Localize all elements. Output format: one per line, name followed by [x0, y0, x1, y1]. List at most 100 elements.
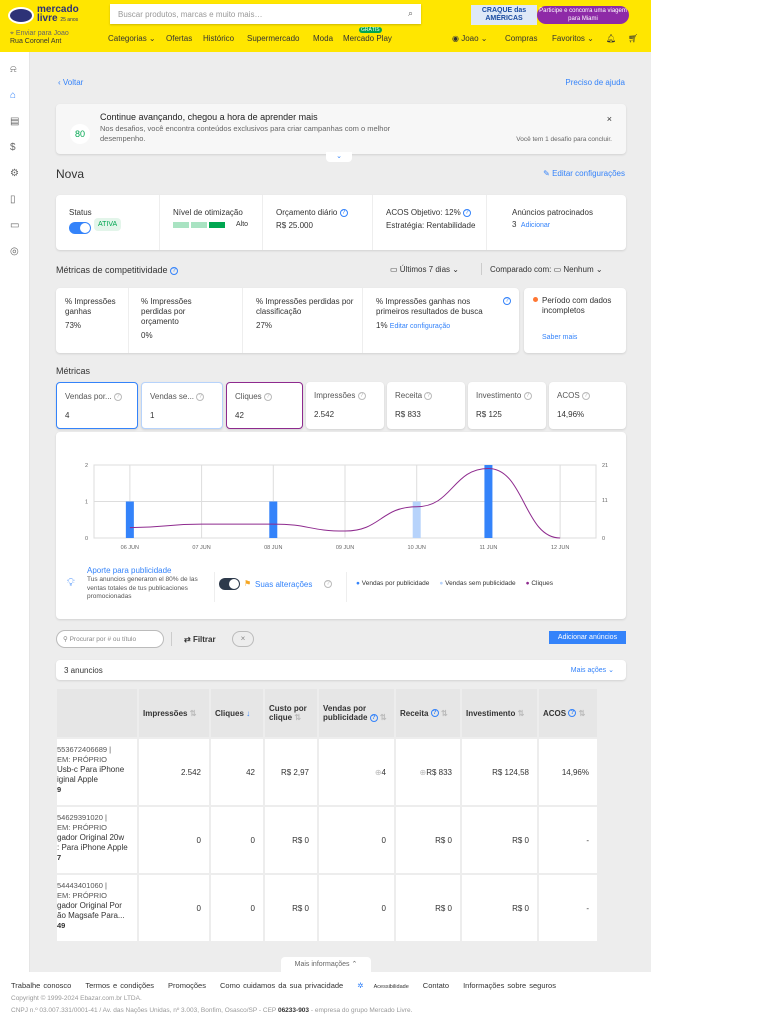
- product-cell[interactable]: 553672406689 | EM: PRÓPRIO Usb-c Para iPho…: [57, 739, 137, 805]
- user-menu[interactable]: ◉ Joao ⌄: [452, 34, 488, 43]
- metric-tab-3[interactable]: Impressões ? 2.542: [306, 382, 384, 429]
- nav-moda[interactable]: Moda: [313, 34, 333, 43]
- metric-tab-label: ACOS: [557, 391, 580, 400]
- period-select[interactable]: ▭ Últimos 7 dias ⌄: [390, 265, 459, 274]
- help-icon[interactable]: ◎: [10, 246, 19, 257]
- legend-item[interactable]: ● Vendas sem publicidade: [439, 580, 515, 587]
- table-cell: 0: [319, 807, 394, 873]
- footer-link[interactable]: Como cuidamos da sua privacidade: [220, 981, 350, 990]
- store-icon[interactable]: ▤: [10, 116, 19, 127]
- metric-tab-2[interactable]: Cliques ? 42: [226, 382, 303, 429]
- logo[interactable]: mercado livre 25 anos: [8, 5, 79, 25]
- metric-tab-5[interactable]: Investimento ? R$ 125: [468, 382, 546, 429]
- money-icon[interactable]: $: [10, 142, 16, 153]
- insight-title[interactable]: Aporte para publicidade: [87, 566, 172, 575]
- help-icon[interactable]: ?: [339, 208, 348, 217]
- add-ads-button[interactable]: Adicionar anúncios: [549, 631, 626, 644]
- help-icon[interactable]: ?: [357, 391, 366, 400]
- bell-icon[interactable]: 🔔︎: [606, 34, 616, 43]
- help-icon[interactable]: ?: [503, 297, 511, 305]
- learn-more-link[interactable]: Saber mais: [542, 334, 577, 341]
- gear-icon[interactable]: ⚙: [10, 168, 19, 179]
- chart: 06 JUN 07 JUN 08 JUN 09 JUN 10 JUN 11 JUN 12 J…: [85, 463, 608, 551]
- back-link[interactable]: ‹ Voltar: [58, 78, 83, 87]
- metric-tab-6[interactable]: ACOS ? 14,96%: [549, 382, 626, 429]
- tag-icon[interactable]: ⌂: [10, 90, 16, 101]
- help-link[interactable]: Preciso de ajuda: [565, 78, 625, 87]
- legend-item[interactable]: ● Cliques: [526, 580, 553, 587]
- footer-link[interactable]: Promoções: [168, 981, 213, 990]
- help-icon[interactable]: ?: [581, 391, 590, 400]
- ship-line1: Enviar para Joao: [15, 30, 69, 37]
- edit-settings-link[interactable]: ✎ Editar configurações: [543, 169, 625, 178]
- metric-tab-0[interactable]: Vendas por... ? 4: [56, 382, 138, 429]
- nav-mercado-play[interactable]: Mercado Play: [343, 34, 392, 43]
- chevron-down-icon[interactable]: ⌄: [326, 152, 352, 162]
- table-row[interactable]: 54629391020 | EM: PRÓPRIO gador Original 2…: [57, 807, 597, 873]
- nav-categorias[interactable]: Categorias ⌄: [108, 34, 156, 43]
- changes-toggle[interactable]: [219, 578, 240, 590]
- nav-ofertas[interactable]: Ofertas: [166, 34, 192, 43]
- filter-button[interactable]: ⇄ Filtrar: [184, 635, 216, 644]
- nav-favoritos[interactable]: Favoritos ⌄: [552, 34, 594, 43]
- status-toggle[interactable]: [69, 222, 91, 234]
- ads-label: Anúncios patrocinados: [512, 208, 593, 217]
- column-header[interactable]: Custo por clique ⇅: [265, 689, 317, 737]
- ship-line2: Rua Coronel Ant: [10, 38, 62, 45]
- column-header[interactable]: Receita ? ⇅: [396, 689, 460, 737]
- more-info-toggle[interactable]: Mais informações ⌃: [281, 957, 371, 973]
- search-input[interactable]: Buscar produtos, marcas e muito mais… ⌕: [110, 4, 421, 24]
- close-icon[interactable]: ×: [607, 114, 612, 124]
- table-row[interactable]: 553672406689 | EM: PRÓPRIO Usb-c Para iPho…: [57, 739, 597, 805]
- bell-icon[interactable]: ⍾: [10, 64, 17, 75]
- help-icon[interactable]: ?: [462, 208, 471, 217]
- shipping-address[interactable]: ⌖ Enviar para Joao Rua Coronel Ant: [10, 30, 69, 46]
- nav-supermercado[interactable]: Supermercado: [247, 34, 299, 43]
- footer-link[interactable]: Informações sobre seguros: [463, 981, 563, 990]
- metric-label: % Impressões perdidas por orçamento: [141, 297, 192, 326]
- table-row[interactable]: 54443401060 | EM: PRÓPRIO gador Original P…: [57, 875, 597, 941]
- help-icon[interactable]: ?: [170, 266, 179, 275]
- changes-label[interactable]: Suas alterações: [255, 580, 312, 589]
- footer-link[interactable]: ✲ Acessibilidade: [357, 981, 416, 990]
- search-icon[interactable]: ⌕: [408, 8, 413, 19]
- column-header[interactable]: Vendas por publicidade ? ⇅: [319, 689, 394, 737]
- metric-tab-4[interactable]: Receita ? R$ 833: [387, 382, 465, 429]
- budget-value: R$ 25.000: [276, 221, 313, 230]
- campaign-title: Nova: [56, 167, 85, 181]
- footer-link[interactable]: Termos e condições: [85, 981, 161, 990]
- metric-tab-1[interactable]: Vendas se... ? 1: [141, 382, 223, 429]
- promo-banner[interactable]: CRAQUE das AMÉRICAS Participe e concorra …: [471, 5, 629, 25]
- metric-tab-label: Receita: [395, 391, 423, 400]
- help-icon[interactable]: ?: [263, 392, 272, 401]
- edit-config-link[interactable]: Editar configuração: [390, 323, 450, 330]
- ads-search-input[interactable]: ⚲ Procurar por # ou título: [56, 630, 164, 648]
- column-header[interactable]: ACOS ? ⇅: [539, 689, 597, 737]
- add-ads-link[interactable]: Adicionar: [521, 222, 550, 229]
- document-icon[interactable]: ▭: [10, 220, 19, 231]
- nav-historico[interactable]: Histórico: [203, 34, 234, 43]
- clear-filter-button[interactable]: ×: [232, 631, 254, 647]
- cart-icon[interactable]: 🛒︎: [628, 34, 638, 43]
- compare-select[interactable]: ▭ Nenhum ⌄: [554, 265, 603, 274]
- sort-icon: ⇅: [578, 708, 586, 718]
- column-header[interactable]: Impressões ⇅: [139, 689, 209, 737]
- help-icon[interactable]: ?: [324, 580, 332, 588]
- column-header[interactable]: Investimento ⇅: [462, 689, 537, 737]
- product-cell[interactable]: 54629391020 | EM: PRÓPRIO gador Original 2…: [57, 807, 137, 873]
- footer-link[interactable]: Trabalhe conosco: [11, 981, 78, 990]
- help-icon[interactable]: ?: [523, 391, 532, 400]
- legend-item[interactable]: ● Vendas por publicidade: [356, 580, 429, 587]
- footer-link[interactable]: Contato: [423, 981, 456, 990]
- insight-text: Tus anuncios generaron el 80% de las ven…: [87, 576, 198, 600]
- product-cell[interactable]: 54443401060 | EM: PRÓPRIO gador Original P…: [57, 875, 137, 941]
- receipt-icon[interactable]: ▯: [10, 194, 16, 205]
- help-icon[interactable]: ?: [424, 391, 433, 400]
- metric-tab-label: Cliques: [235, 392, 262, 401]
- plus-circle-icon: ⊕: [374, 767, 382, 777]
- nav-compras[interactable]: Compras: [505, 34, 537, 43]
- more-actions-button[interactable]: Mais ações ⌄: [571, 666, 614, 674]
- help-icon[interactable]: ?: [113, 392, 122, 401]
- help-icon[interactable]: ?: [196, 392, 205, 401]
- column-header[interactable]: Cliques ↓: [211, 689, 263, 737]
